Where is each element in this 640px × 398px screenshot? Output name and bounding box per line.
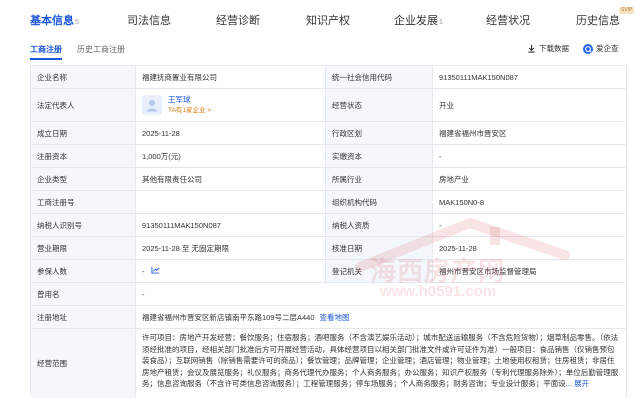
tab-label: 历史信息	[576, 15, 620, 27]
download-icon	[526, 44, 536, 54]
paid-capital-value: -	[433, 145, 627, 167]
district-label: 行政区划	[326, 122, 433, 144]
reg-no-label: 工商注册号	[31, 191, 136, 213]
tab-label: 知识产权	[306, 15, 350, 27]
download-label: 下载数据	[539, 44, 569, 53]
registration-table: 企业名称 福建抚商置业有限公司 统一社会信用代码 91350111MAK150N…	[30, 65, 627, 398]
table-row: 营业期限 2025-11-28 至 无固定期限 核准日期 2025-11-28	[31, 237, 627, 260]
table-row: 企业名称 福建抚商置业有限公司 统一社会信用代码 91350111MAK150N…	[31, 66, 627, 89]
industry-value: 房地产业	[433, 168, 627, 190]
company-name-value: 福建抚商置业有限公司	[136, 66, 326, 88]
scope-cell: 许可项目：房地产开发经营；餐饮服务；住宿服务；酒吧服务（不含演艺娱乐活动）；城市…	[136, 329, 627, 398]
legal-rep-cell: 王军球 TA有1家企业 >	[136, 89, 326, 121]
tab-operating-status[interactable]: 经营状况	[486, 12, 530, 28]
credit-code-label: 统一社会信用代码	[326, 66, 433, 88]
legal-rep-companies-link[interactable]: TA有1家企业 >	[168, 105, 211, 116]
table-row: 成立日期 2025-11-28 行政区划 福建省福州市晋安区	[31, 122, 627, 145]
scope-label: 经营范围	[31, 329, 136, 398]
insured-label: 参保人数	[31, 260, 136, 282]
authority-label: 登记机关	[326, 260, 433, 282]
former-name-label: 曾用名	[31, 283, 136, 305]
reg-capital-value: 1,000万(元)	[136, 145, 326, 167]
tab-basic-info[interactable]: 基本信息5	[30, 12, 79, 28]
credit-code-value: 91350111MAK150N087	[433, 66, 627, 88]
company-name-label: 企业名称	[31, 66, 136, 88]
tab-count: 5	[75, 19, 79, 26]
tab-intellectual-property[interactable]: 知识产权	[306, 12, 350, 28]
term-label: 营业期限	[31, 237, 136, 259]
scope-text: 许可项目：房地产开发经营；餐饮服务；住宿服务；酒吧服务（不含演艺娱乐活动）；城市…	[142, 333, 619, 389]
insured-value: -	[142, 266, 145, 276]
tab-label: 经营状况	[486, 15, 530, 27]
taxpayer-qual-label: 纳税人资质	[326, 214, 433, 236]
table-row: 经营范围 许可项目：房地产开发经营；餐饮服务；住宿服务；酒吧服务（不含演艺娱乐活…	[31, 329, 627, 398]
taxpayer-id-label: 纳税人识别号	[31, 214, 136, 236]
active-tab-underline	[30, 58, 62, 60]
org-code-label: 组织机构代码	[326, 191, 433, 213]
tab-judicial-info[interactable]: 司法信息	[127, 12, 171, 28]
table-row: 纳税人识别号 91350111MAK150N087 纳税人资质 -	[31, 214, 627, 237]
ai-assistant-icon	[583, 43, 593, 54]
status-label: 经营状态	[326, 89, 433, 121]
ai-assistant-button[interactable]: 爱企查	[583, 43, 619, 54]
svip-badge: SVIP	[619, 7, 635, 14]
reg-no-value	[136, 191, 326, 213]
term-value: 2025-11-28 至 无固定期限	[136, 237, 326, 259]
top-navigation: 基本信息5 司法信息 经营诊断 知识产权 企业发展1 经营状况 历史信息 SVI…	[0, 0, 640, 40]
former-name-value: -	[136, 283, 627, 305]
tab-label: 基本信息	[30, 15, 74, 27]
taxpayer-qual-value: -	[433, 214, 627, 236]
avatar[interactable]	[142, 95, 162, 115]
tab-label: 司法信息	[127, 15, 171, 27]
tab-enterprise-development[interactable]: 企业发展1	[394, 12, 443, 28]
table-row: 法定代表人 王军球 TA有1家企业 > 经营状态 开业	[31, 89, 627, 122]
org-code-value: MAK150N0-8	[433, 191, 627, 213]
tab-label: 经营诊断	[216, 15, 260, 27]
founded-value: 2025-11-28	[136, 122, 326, 144]
table-row: 注册地址 福建省福州市晋安区新店镇南平东路109号二层A440 查看地图	[31, 306, 627, 329]
industry-label: 所属行业	[326, 168, 433, 190]
authority-value: 福州市晋安区市场监督管理局	[433, 260, 627, 282]
trend-chart-icon[interactable]	[151, 266, 160, 277]
tab-business-diagnosis[interactable]: 经营诊断	[216, 12, 260, 28]
table-row: 曾用名 -	[31, 283, 627, 306]
reg-capital-label: 注册资本	[31, 145, 136, 167]
tab-history-info[interactable]: 历史信息	[576, 12, 620, 28]
expand-link[interactable]: ... 展开	[566, 379, 589, 388]
table-row: 企业类型 其他有限责任公司 所属行业 房地产业	[31, 168, 627, 191]
type-value: 其他有限责任公司	[136, 168, 326, 190]
district-value: 福建省福州市晋安区	[433, 122, 627, 144]
approval-value: 2025-11-28	[433, 237, 627, 259]
legal-rep-name-link[interactable]: 王军球	[168, 94, 211, 105]
taxpayer-id-value: 91350111MAK150N087	[136, 214, 326, 236]
status-value: 开业	[433, 89, 627, 121]
tab-label: 企业发展	[394, 15, 438, 27]
insured-cell: -	[136, 260, 326, 282]
paid-capital-label: 实缴资本	[326, 145, 433, 167]
subtab-history-registration[interactable]: 历史工商注册	[77, 44, 125, 55]
table-row: 参保人数 - 登记机关 福州市晋安区市场监督管理局	[31, 260, 627, 283]
download-data-button[interactable]: 下载数据	[526, 43, 569, 54]
approval-label: 核准日期	[326, 237, 433, 259]
view-map-link[interactable]: 查看地图	[320, 312, 350, 323]
table-row: 注册资本 1,000万(元) 实缴资本 -	[31, 145, 627, 168]
address-cell: 福建省福州市晋安区新店镇南平东路109号二层A440 查看地图	[136, 306, 627, 328]
address-value: 福建省福州市晋安区新店镇南平东路109号二层A440	[142, 312, 315, 322]
table-row: 工商注册号 组织机构代码 MAK150N0-8	[31, 191, 627, 214]
address-label: 注册地址	[31, 306, 136, 328]
subtab-registration[interactable]: 工商注册	[30, 44, 62, 55]
founded-label: 成立日期	[31, 122, 136, 144]
legal-rep-label: 法定代表人	[31, 89, 136, 121]
ai-assistant-label: 爱企查	[596, 44, 619, 53]
type-label: 企业类型	[31, 168, 136, 190]
tab-count: 1	[439, 19, 443, 26]
